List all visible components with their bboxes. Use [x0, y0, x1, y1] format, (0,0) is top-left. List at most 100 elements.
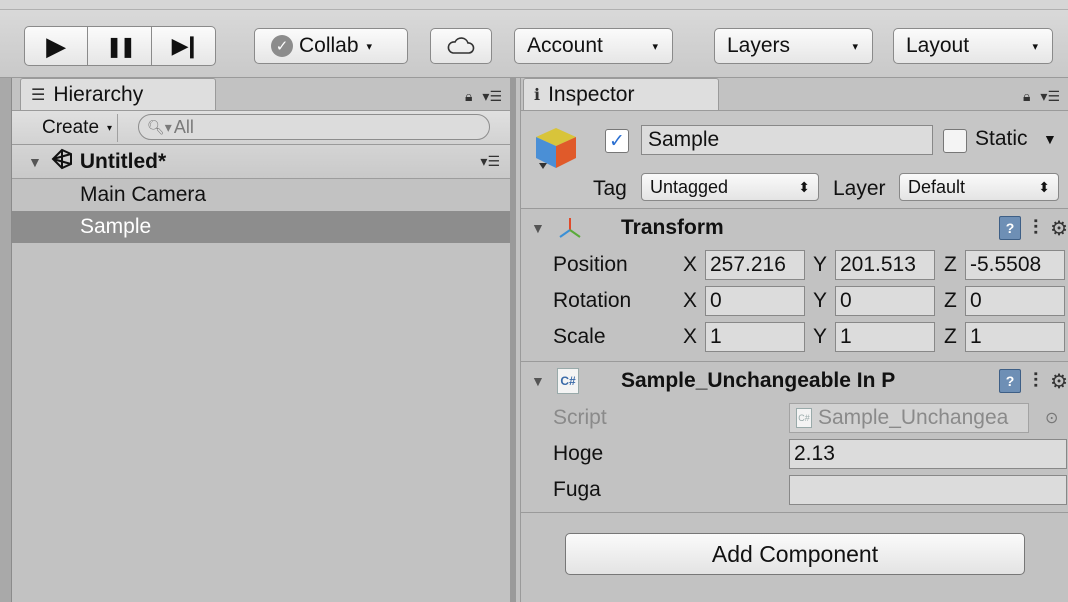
- script-component-header[interactable]: ▼ C# Sample_Unchangeable In P ? ⫶ ⚙: [521, 362, 1068, 400]
- playback-controls: ▶ ❚❚ ▶❙: [24, 26, 216, 66]
- hoge-field[interactable]: 2.13: [789, 439, 1067, 469]
- scene-menu-icon[interactable]: ▾☰: [480, 153, 500, 170]
- hierarchy-item-main-camera[interactable]: Main Camera: [12, 179, 510, 211]
- hierarchy-item-label: Main Camera: [80, 183, 207, 206]
- position-label: Position: [553, 253, 628, 276]
- layer-value: Default: [908, 176, 966, 197]
- layout-dropdown[interactable]: Layout ▾: [893, 28, 1053, 64]
- help-book-icon[interactable]: ?: [999, 216, 1022, 240]
- rotation-y-field[interactable]: 0: [835, 286, 935, 316]
- collapse-triangle-icon[interactable]: ▼: [531, 373, 545, 389]
- axis-y-label[interactable]: Y: [813, 253, 827, 277]
- scale-y-field[interactable]: 1: [835, 322, 935, 352]
- panel-menu-icon[interactable]: ▾☰: [1040, 88, 1060, 105]
- script-object-field: C# Sample_Unchangea: [789, 403, 1029, 433]
- axis-z-label[interactable]: Z: [944, 325, 957, 349]
- transform-header[interactable]: ▼ Transform ? ⫶ ⚙: [521, 209, 1068, 247]
- lock-icon[interactable]: 🔒︎: [465, 88, 472, 105]
- scale-x-field[interactable]: 1: [705, 322, 805, 352]
- tag-value: Untagged: [650, 176, 729, 197]
- check-circle-icon: ✓: [271, 35, 293, 57]
- axis-z-label[interactable]: Z: [944, 253, 957, 277]
- axis-z-label[interactable]: Z: [944, 289, 957, 313]
- create-label: Create: [42, 117, 100, 138]
- layers-dropdown[interactable]: Layers ▾: [714, 28, 873, 64]
- inspector-tab-label: Inspector: [548, 82, 635, 106]
- main-toolbar: ▶ ❚❚ ▶❙ ✓ Collab ▾ Account ▾ Layers ▾ La…: [0, 10, 1068, 78]
- rotation-z-field[interactable]: 0: [965, 286, 1065, 316]
- rotation-x-field[interactable]: 0: [705, 286, 805, 316]
- create-button[interactable]: Create ▾: [20, 114, 118, 142]
- axis-x-label[interactable]: X: [683, 325, 697, 349]
- script-component-title: Sample_Unchangeable In P: [621, 369, 896, 392]
- gear-icon[interactable]: ⚙: [1050, 369, 1068, 394]
- fuga-field[interactable]: [789, 475, 1067, 505]
- pause-button[interactable]: ❚❚: [88, 27, 152, 65]
- help-book-icon[interactable]: ?: [999, 369, 1022, 393]
- position-x-field[interactable]: 257.216: [705, 250, 805, 280]
- transform-title: Transform: [621, 216, 724, 239]
- window-titlebar: [0, 0, 1068, 10]
- object-name-field[interactable]: Sample: [641, 125, 933, 155]
- rotation-label: Rotation: [553, 289, 632, 312]
- active-checkbox[interactable]: ✓: [605, 129, 629, 153]
- csharp-script-icon: C#: [557, 368, 579, 394]
- step-button[interactable]: ▶❙: [152, 27, 215, 65]
- fuga-row: Fuga: [521, 472, 1068, 508]
- axis-x-label[interactable]: X: [683, 289, 697, 313]
- step-icon: ▶❙: [171, 33, 201, 58]
- search-icon: 🔍︎▾: [147, 118, 172, 135]
- collapse-triangle-icon[interactable]: ▼: [531, 220, 545, 236]
- static-checkbox[interactable]: [943, 129, 967, 153]
- static-label: Static: [975, 127, 1028, 150]
- axis-y-label[interactable]: Y: [813, 289, 827, 313]
- account-dropdown[interactable]: Account ▾: [514, 28, 673, 64]
- layer-dropdown[interactable]: Default ⬍: [899, 173, 1059, 201]
- unity-scene-icon: [50, 148, 74, 176]
- chevron-down-icon: ▾: [1032, 40, 1038, 53]
- tag-label: Tag: [593, 177, 627, 200]
- collab-button[interactable]: ✓ Collab ▾: [254, 28, 408, 64]
- hierarchy-search-input[interactable]: 🔍︎▾ All: [138, 114, 490, 140]
- position-y-field[interactable]: 201.513: [835, 250, 935, 280]
- layers-label: Layers: [727, 34, 791, 57]
- info-icon: ℹ: [534, 86, 541, 104]
- cloud-button[interactable]: [430, 28, 492, 64]
- add-component-button[interactable]: Add Component: [565, 533, 1025, 575]
- chevron-down-icon: ▾: [366, 40, 373, 53]
- tab-inspector[interactable]: ℹ Inspector: [523, 78, 719, 110]
- script-row: Script C# Sample_Unchangea ⊙: [521, 400, 1068, 436]
- panel-menu-icon[interactable]: ▾☰: [482, 88, 502, 105]
- gear-icon[interactable]: ⚙: [1050, 216, 1068, 241]
- hierarchy-item-sample[interactable]: Sample: [12, 211, 510, 243]
- preset-sliders-icon[interactable]: ⫶: [1033, 370, 1038, 393]
- axis-x-label[interactable]: X: [683, 253, 697, 277]
- lock-icon[interactable]: 🔒︎: [1023, 88, 1030, 105]
- chevron-down-icon: ▾: [852, 40, 858, 53]
- play-button[interactable]: ▶: [25, 27, 89, 65]
- layout-label: Layout: [906, 34, 970, 57]
- hoge-row: Hoge 2.13: [521, 436, 1068, 472]
- transform-axes-icon: [559, 218, 581, 238]
- account-label: Account: [527, 34, 603, 57]
- tag-dropdown[interactable]: Untagged ⬍: [641, 173, 819, 201]
- position-z-field[interactable]: -5.5508: [965, 250, 1065, 280]
- tab-hierarchy[interactable]: ☰ Hierarchy: [20, 78, 216, 110]
- chevron-down-icon: ▾: [652, 40, 658, 53]
- hierarchy-panel: ☰ Hierarchy 🔒︎ ▾☰ Create ▾ 🔍︎▾ All ▼ Unt…: [12, 78, 516, 602]
- add-component-area: Add Component: [521, 513, 1068, 593]
- script-component: ▼ C# Sample_Unchangeable In P ? ⫶ ⚙ Scri…: [521, 362, 1068, 513]
- scale-label: Scale: [553, 325, 606, 348]
- scene-row[interactable]: ▼ Untitled* ▾☰: [12, 145, 510, 179]
- scale-z-field[interactable]: 1: [965, 322, 1065, 352]
- axis-y-label[interactable]: Y: [813, 325, 827, 349]
- hoge-label: Hoge: [553, 442, 604, 465]
- static-dropdown-icon[interactable]: ▼: [1043, 131, 1057, 147]
- expand-triangle-icon[interactable]: ▼: [28, 154, 42, 170]
- scene-view-edge: [0, 78, 12, 602]
- updown-arrows-icon: ⬍: [798, 178, 810, 195]
- scale-row: Scale X 1 Y 1 Z 1: [521, 319, 1068, 355]
- position-row: Position X 257.216 Y 201.513 Z -5.5508: [521, 247, 1068, 283]
- pause-icon: ❚❚: [105, 35, 136, 58]
- preset-sliders-icon[interactable]: ⫶: [1033, 217, 1038, 240]
